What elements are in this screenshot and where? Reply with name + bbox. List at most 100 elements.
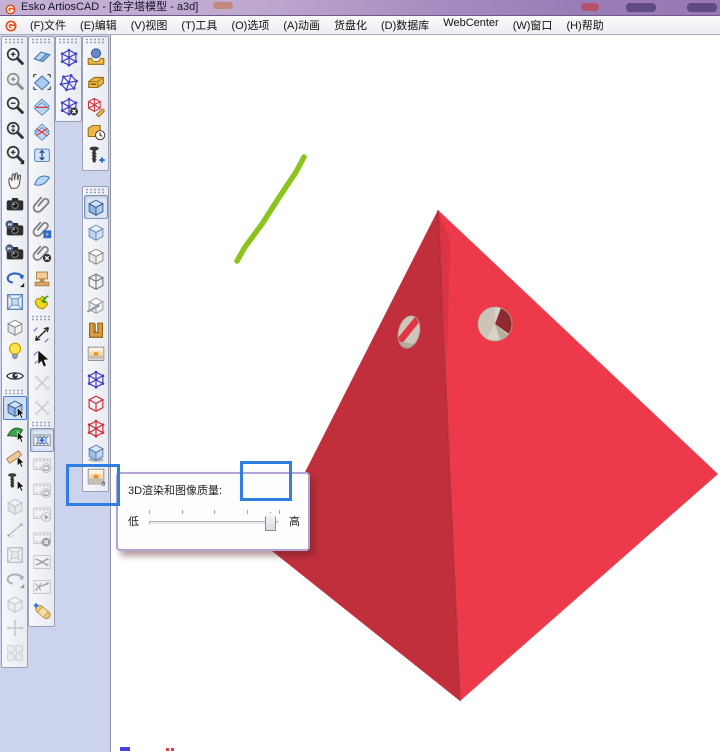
menu-5[interactable]: (A)动画 bbox=[276, 15, 327, 35]
toolbar-drag-handle[interactable] bbox=[31, 315, 52, 321]
slider-track[interactable] bbox=[149, 521, 279, 525]
filmrefresh-icon bbox=[31, 478, 53, 500]
render-wire-red-points-button[interactable] bbox=[84, 416, 108, 440]
diagarrow-icon bbox=[31, 323, 53, 345]
slider-thumb[interactable] bbox=[265, 512, 276, 531]
snapshot-next-button[interactable] bbox=[3, 241, 27, 265]
toolbar-drag-handle[interactable] bbox=[31, 38, 52, 44]
render-wire-blue-button[interactable] bbox=[84, 367, 108, 391]
filmplay-icon bbox=[31, 502, 53, 524]
highlight-slider-thumb bbox=[240, 461, 292, 501]
crease-cross-button[interactable] bbox=[30, 119, 54, 143]
clip-icon bbox=[31, 193, 53, 215]
tape-button[interactable] bbox=[3, 445, 27, 469]
zoom-previous-button[interactable] bbox=[3, 70, 27, 94]
schedule-output-button[interactable] bbox=[84, 119, 108, 143]
screwcursor-icon bbox=[4, 470, 26, 492]
toolbar-drag-handle[interactable] bbox=[4, 389, 25, 395]
stand-fixture-button[interactable] bbox=[30, 266, 54, 290]
toolbar-drag-handle[interactable] bbox=[85, 38, 106, 44]
3d-viewport[interactable] bbox=[110, 35, 720, 752]
bend-angle-button[interactable] bbox=[30, 70, 54, 94]
render-solid-button[interactable] bbox=[84, 195, 108, 219]
tape-icon bbox=[4, 446, 26, 468]
menu-3[interactable]: (T)工具 bbox=[174, 15, 224, 35]
render-hidden-line-button[interactable] bbox=[84, 269, 108, 293]
minimize-button[interactable] bbox=[626, 3, 656, 12]
cameraprev-icon bbox=[4, 218, 26, 240]
layout-tool-button bbox=[3, 641, 27, 665]
animation-add-frame-button[interactable] bbox=[30, 428, 54, 452]
toolbar-drag-handle[interactable] bbox=[31, 421, 52, 427]
measure-diagonal-button[interactable] bbox=[30, 322, 54, 346]
menu-bar: (F)文件(E)编辑(V)视图(T)工具(O)选项(A)动画货盘化(D)数据库W… bbox=[0, 16, 720, 35]
quality-slider[interactable] bbox=[149, 508, 279, 534]
render-wire-red-button[interactable] bbox=[84, 391, 108, 415]
slider-tick bbox=[247, 510, 248, 514]
menu-8[interactable]: WebCenter bbox=[436, 15, 505, 35]
output-3d-button[interactable] bbox=[84, 70, 108, 94]
import-part-button[interactable] bbox=[30, 290, 54, 314]
annotate-model-button[interactable] bbox=[84, 94, 108, 118]
fold-sheet-button[interactable] bbox=[30, 45, 54, 69]
cubewhite-icon bbox=[85, 245, 107, 267]
toolbar-drag-handle[interactable] bbox=[85, 188, 106, 194]
pyramid-model bbox=[111, 35, 720, 752]
snapshot-previous-button[interactable] bbox=[3, 217, 27, 241]
close-button[interactable] bbox=[687, 3, 717, 12]
delete-wireframe-view-button[interactable] bbox=[57, 94, 81, 118]
creasea-icon bbox=[31, 95, 53, 117]
toolbar-drag-handle[interactable] bbox=[58, 38, 79, 44]
attach-clip-button[interactable] bbox=[30, 192, 54, 216]
select-part-button[interactable] bbox=[3, 396, 27, 420]
rotate-view-button[interactable] bbox=[3, 266, 27, 290]
animation-update-frame-button bbox=[30, 452, 54, 476]
pan-button[interactable] bbox=[3, 168, 27, 192]
toolbar-drag-handle[interactable] bbox=[4, 38, 25, 44]
wireframe-rotated-view-button[interactable] bbox=[57, 70, 81, 94]
add-border-button[interactable] bbox=[3, 290, 27, 314]
select-arrow-button[interactable] bbox=[30, 347, 54, 371]
light-source-button[interactable] bbox=[3, 339, 27, 363]
perspective-view-button[interactable] bbox=[3, 315, 27, 339]
menu-9[interactable]: (W)窗口 bbox=[506, 15, 560, 35]
add-hardware-button[interactable] bbox=[84, 143, 108, 167]
move-designs-a-button bbox=[30, 371, 54, 395]
menu-2[interactable]: (V)视图 bbox=[124, 15, 175, 35]
window-title: Esko ArtiosCAD - [金字塔模型 - a3d] bbox=[21, 0, 198, 15]
zoom-out-button[interactable] bbox=[3, 94, 27, 118]
eye-icon bbox=[4, 365, 26, 387]
curve-panel-button[interactable] bbox=[30, 168, 54, 192]
render-white-button[interactable] bbox=[84, 244, 108, 268]
snapshot-button[interactable] bbox=[3, 192, 27, 216]
render-background-button[interactable] bbox=[84, 342, 108, 366]
render-smooth-button[interactable] bbox=[84, 440, 108, 464]
menu-7[interactable]: (D)数据库 bbox=[374, 15, 436, 35]
zoom-height-button[interactable] bbox=[3, 119, 27, 143]
mold-design-button[interactable] bbox=[84, 45, 108, 69]
zoom-window-button[interactable] bbox=[3, 143, 27, 167]
bend-face-button[interactable] bbox=[3, 420, 27, 444]
add-screw-button[interactable] bbox=[3, 469, 27, 493]
render-arrow-button[interactable] bbox=[84, 293, 108, 317]
menu-10[interactable]: (H)帮助 bbox=[559, 15, 610, 35]
attach-clip-run-button[interactable] bbox=[30, 217, 54, 241]
zoom-in-button[interactable] bbox=[3, 45, 27, 69]
crease-horizontal-button[interactable] bbox=[30, 94, 54, 118]
menu-4[interactable]: (O)选项 bbox=[224, 15, 276, 35]
fold-tool-button bbox=[3, 567, 27, 591]
render-corrugate-button[interactable] bbox=[84, 318, 108, 342]
wireframe-view-button[interactable] bbox=[57, 45, 81, 69]
pyramid-right-face bbox=[438, 210, 718, 701]
menu-6[interactable]: 货盘化 bbox=[327, 15, 374, 35]
camera-icon bbox=[4, 193, 26, 215]
menu-1[interactable]: (E)编辑 bbox=[73, 15, 124, 35]
stretch-panel-button[interactable] bbox=[30, 143, 54, 167]
render-flat-button[interactable] bbox=[84, 220, 108, 244]
menu-0[interactable]: (F)文件 bbox=[23, 15, 73, 35]
patch-repair-button[interactable] bbox=[30, 599, 54, 623]
visibility-button[interactable] bbox=[3, 364, 27, 388]
cubesmooth-icon bbox=[85, 441, 107, 463]
remove-clip-button[interactable] bbox=[30, 241, 54, 265]
axis-label-x-clipped-dot2 bbox=[171, 748, 174, 751]
